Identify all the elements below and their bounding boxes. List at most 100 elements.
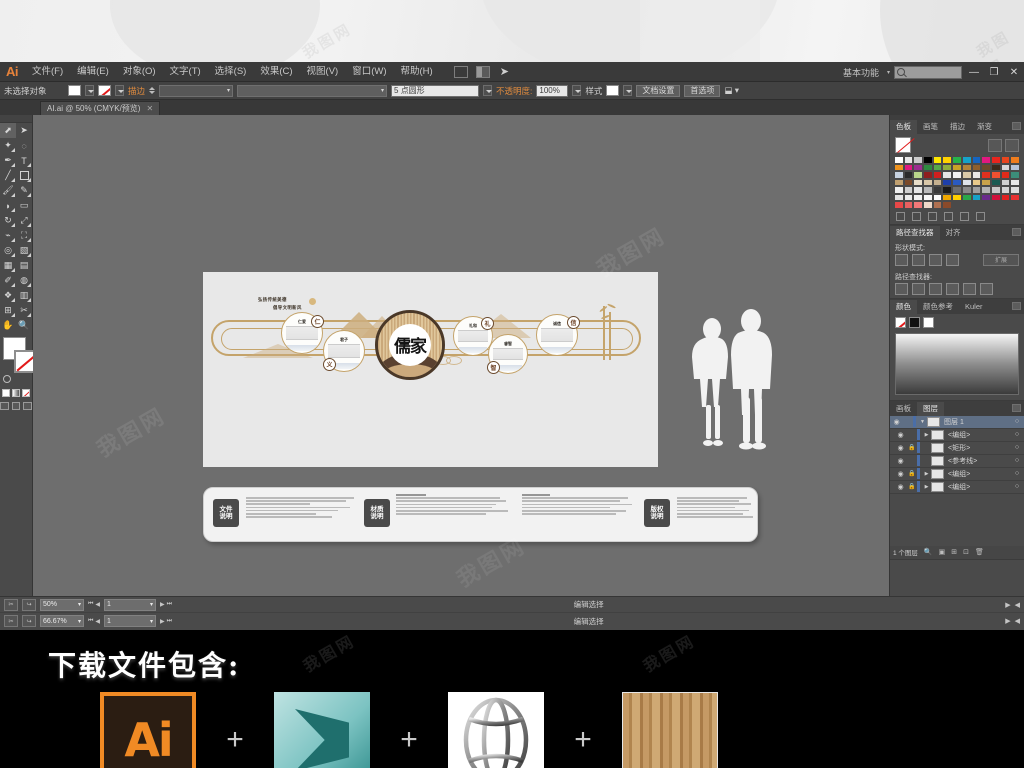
list-view-icon[interactable] <box>988 138 1002 152</box>
status-expand-icon-2[interactable]: ▶ <box>1005 617 1010 625</box>
style-swatch[interactable] <box>606 85 620 96</box>
workspace-switcher[interactable]: 基本功能 <box>839 66 883 79</box>
swatch-cell[interactable] <box>894 186 904 194</box>
fill-swatch[interactable] <box>68 85 81 96</box>
color-none-swatch[interactable] <box>895 316 906 328</box>
swatch-cell[interactable] <box>913 186 924 194</box>
column-graph-tool[interactable]: ▥ <box>16 288 32 303</box>
menu-help[interactable]: 帮助(H) <box>394 62 440 82</box>
swatch-cell[interactable] <box>1000 171 1011 179</box>
blob-brush-tool[interactable]: ◗ <box>0 198 16 213</box>
divide-icon[interactable] <box>895 282 908 295</box>
menu-view[interactable]: 视图(V) <box>300 62 346 82</box>
current-swatch[interactable] <box>895 137 911 153</box>
mesh-tool[interactable]: ▦ <box>0 258 16 273</box>
layer-list[interactable]: ◉ ▼ 图层 1 ○ ◉ ▶ <编组> ○ ◉ 🔒 <矩形> ○ ◉ <参考线> ○ ◉ 🔒 ▶ <编组> ○ ◉ 🔒 ▶ <… <box>890 415 1024 494</box>
swatch-cell[interactable] <box>903 201 914 209</box>
tab-color-guide[interactable]: 颜色参考 <box>917 300 959 314</box>
expand-icon[interactable]: ▶ <box>922 432 931 438</box>
document-setup-button[interactable]: 文档设置 <box>636 84 681 97</box>
canvas-area[interactable]: 弘扬传统美德 倡导文明新风 仁爱 仁 君子 义 儒家 礼和 礼 睿智 智 诚信 … <box>33 115 889 596</box>
swatch-cell[interactable] <box>1010 156 1020 164</box>
bridge-icon[interactable] <box>453 65 468 78</box>
swatch-cell[interactable] <box>932 171 943 179</box>
slice-tool[interactable]: ✂ <box>16 303 32 318</box>
unite-icon[interactable] <box>895 253 908 266</box>
paintbrush-tool[interactable]: 🖌 <box>0 183 16 198</box>
pen-tool[interactable]: ✒ <box>0 153 16 168</box>
visibility-icon[interactable]: ◉ <box>894 444 907 452</box>
gradient-button[interactable] <box>12 389 20 397</box>
document-tab[interactable]: AI.ai @ 50% (CMYK/预览) ✕ <box>40 101 161 115</box>
color-white-swatch[interactable] <box>923 316 934 328</box>
target-icon[interactable]: ○ <box>1010 431 1024 438</box>
swatch-cell[interactable] <box>981 171 991 179</box>
swatch-cell[interactable] <box>971 186 982 194</box>
tab-artboards[interactable]: 画板 <box>890 402 917 416</box>
swatch-cell[interactable] <box>952 178 962 186</box>
swatch-cell[interactable] <box>932 178 943 186</box>
merge-icon[interactable] <box>929 282 942 295</box>
swatch-cell[interactable] <box>923 193 933 201</box>
menu-effect[interactable]: 效果(C) <box>253 62 299 82</box>
swatch-libraries-icon[interactable] <box>896 211 905 221</box>
swatch-cell[interactable] <box>903 178 914 186</box>
minus-front-icon[interactable] <box>912 253 925 266</box>
line-segment-tool[interactable]: ╱ <box>0 168 16 183</box>
swatch-cell[interactable] <box>894 171 904 179</box>
artboard-number-field[interactable]: 1 ▾ <box>104 598 157 611</box>
tab-swatches[interactable]: 色板 <box>890 120 917 134</box>
expand-icon[interactable]: ▼ <box>918 419 927 425</box>
direct-selection-tool[interactable]: ➤ <box>16 123 32 138</box>
swatch-grid[interactable] <box>890 156 1024 209</box>
menu-type[interactable]: 文字(T) <box>163 62 208 82</box>
lock-icon[interactable]: 🔒 <box>907 470 917 477</box>
swatch-cell[interactable] <box>952 163 962 171</box>
swatch-cell[interactable] <box>903 171 914 179</box>
layer-row[interactable]: ◉ 🔒 <矩形> ○ <box>890 442 1024 455</box>
stroke-weight-field[interactable]: ▾ <box>159 84 234 97</box>
swatch-cell[interactable] <box>923 163 933 171</box>
swatch-cell[interactable] <box>961 163 972 171</box>
tab-gradient[interactable]: 渐变 <box>971 120 998 134</box>
gradient-tool[interactable]: ▤ <box>16 258 32 273</box>
swatch-cell[interactable] <box>932 163 943 171</box>
eraser-tool[interactable]: ▭ <box>16 198 32 213</box>
swatch-cell[interactable] <box>903 163 914 171</box>
cut-icon[interactable]: ✂ <box>4 598 18 611</box>
blend-tool[interactable]: ◍ <box>16 273 32 288</box>
swatch-cell[interactable] <box>923 186 933 194</box>
swatch-cell[interactable] <box>894 201 904 209</box>
visibility-icon[interactable]: ◉ <box>894 431 907 439</box>
delete-swatch-icon[interactable] <box>976 211 985 221</box>
lock-icon[interactable]: 🔒 <box>907 444 917 451</box>
new-sublayer-icon[interactable]: ⊞ <box>951 548 957 556</box>
swatch-options-icon[interactable] <box>928 211 937 221</box>
expand-icon[interactable]: ▶ <box>922 471 931 477</box>
zoom-level-field-alt[interactable]: 66.67% ▾ <box>40 615 84 627</box>
swatch-cell[interactable] <box>961 186 972 194</box>
panel-menu-icon[interactable] <box>1012 122 1021 130</box>
layer-row[interactable]: ◉ ▶ <编组> ○ <box>890 429 1024 442</box>
drawing-mode-behind[interactable] <box>11 402 21 410</box>
type-tool[interactable]: T <box>16 153 32 168</box>
layer-row[interactable]: ◉ ▼ 图层 1 ○ <box>890 415 1024 429</box>
visibility-icon[interactable]: ◉ <box>890 418 903 426</box>
swatch-cell[interactable] <box>952 186 962 194</box>
swatch-cell[interactable] <box>1000 163 1011 171</box>
expand-icon[interactable]: ▶ <box>922 484 931 490</box>
shape-builder-tool[interactable]: ◎ <box>0 243 16 258</box>
swatch-cell[interactable] <box>913 201 924 209</box>
visibility-icon[interactable]: ◉ <box>894 483 907 491</box>
status-menu-icon[interactable]: ◀ <box>1015 601 1020 609</box>
style-dropdown[interactable] <box>623 85 633 96</box>
swatch-cell[interactable] <box>894 193 904 201</box>
swatch-cell[interactable] <box>913 156 924 164</box>
swatch-cell[interactable] <box>961 193 972 201</box>
show-swatch-kinds-icon[interactable] <box>912 211 921 221</box>
visibility-icon[interactable]: ◉ <box>894 457 907 465</box>
swatch-cell[interactable] <box>971 193 982 201</box>
swatch-cell[interactable] <box>952 156 962 164</box>
swatch-cell[interactable] <box>932 186 943 194</box>
search-input[interactable] <box>894 65 962 79</box>
